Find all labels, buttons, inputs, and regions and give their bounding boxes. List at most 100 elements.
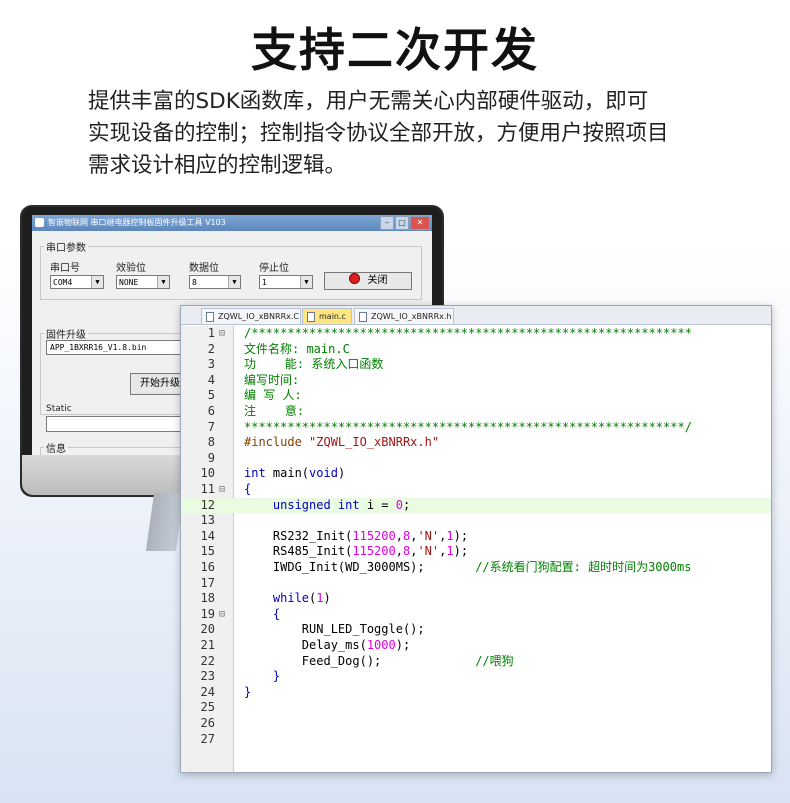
- code-line[interactable]: 21 Delay_ms(1000);: [181, 638, 771, 654]
- tab-main-c[interactable]: main.c: [302, 308, 352, 324]
- code-token: }: [244, 684, 252, 699]
- code-line[interactable]: 19 ⊟ {: [181, 607, 771, 623]
- code-token: i =: [359, 497, 396, 512]
- chevron-down-icon: ▼: [228, 276, 240, 288]
- line-number: 18: [200, 591, 215, 606]
- code-token: 注 意:: [244, 404, 305, 418]
- stopbits-label: 停止位: [259, 263, 289, 274]
- stopbits-select[interactable]: 1 ▼: [259, 275, 313, 289]
- code-line[interactable]: 5 编 写 人:: [181, 388, 771, 404]
- code-line[interactable]: 11 ⊟ {: [181, 482, 771, 498]
- chevron-down-icon: ▼: [300, 276, 312, 288]
- code-line[interactable]: 7 ***************************************…: [181, 420, 771, 436]
- code-token: }: [272, 669, 281, 684]
- code-line[interactable]: 27: [181, 732, 771, 748]
- parity-value: NONE: [119, 278, 139, 287]
- code-token: IWDG_Init(WD_3000MS);: [244, 560, 476, 574]
- fold-toggle-icon[interactable]: ⊟: [217, 482, 227, 498]
- line-number: 7: [207, 419, 215, 434]
- code-line[interactable]: 18 while(1): [181, 591, 771, 607]
- code-token: RS232_Init(: [244, 528, 353, 543]
- code-line[interactable]: 20 RUN_LED_Toggle();: [181, 622, 771, 638]
- line-number: 27: [200, 731, 215, 746]
- code-line[interactable]: 25: [181, 700, 771, 716]
- code-token: );: [395, 638, 411, 652]
- code-text: unsigned int i = 0;: [244, 498, 410, 514]
- code-text: {: [244, 607, 280, 623]
- code-text: }: [244, 669, 280, 685]
- code-text: int main(void): [244, 466, 345, 482]
- file-icon: [307, 312, 315, 322]
- line-number: 19: [200, 606, 215, 621]
- code-line[interactable]: 10 int main(void): [181, 466, 771, 482]
- port-label: 串口号: [50, 263, 80, 274]
- code-line[interactable]: 14 RS232_Init(115200,8,'N',1);: [181, 529, 771, 545]
- tab-label: main.c: [319, 312, 346, 321]
- code-token: ): [323, 591, 331, 606]
- code-line[interactable]: 1 ⊟ /*************************************…: [181, 326, 771, 342]
- code-token: int: [244, 466, 266, 481]
- code-line[interactable]: 17: [181, 576, 771, 592]
- code-token: 1: [446, 544, 454, 559]
- tab-zqwl-h[interactable]: ZQWL_IO_xBNRRx.h: [354, 308, 454, 324]
- line-number: 6: [207, 404, 215, 418]
- line-number: 10: [200, 466, 215, 481]
- code-line[interactable]: 13: [181, 513, 771, 529]
- code-line[interactable]: 6 注 意:: [181, 404, 771, 420]
- line-number: 1: [207, 326, 215, 340]
- fold-toggle-icon[interactable]: ⊟: [217, 607, 227, 623]
- code-token: Feed_Dog();: [244, 653, 476, 668]
- code-line[interactable]: 22 Feed_Dog(); //喂狗: [181, 654, 771, 670]
- code-token: ****************************************…: [244, 419, 692, 434]
- line-number: 21: [200, 638, 215, 652]
- description-line: 实现设备的控制；控制指令协议全部开放，方便用户按照项目: [88, 121, 669, 146]
- code-token: 文件名称: main.C: [244, 341, 350, 356]
- code-text: 编 写 人:: [244, 388, 302, 404]
- page-headline: 支持二次开发: [251, 23, 539, 77]
- close-window-button[interactable]: ✕: [410, 216, 430, 230]
- close-port-button[interactable]: 关闭: [324, 272, 412, 290]
- code-token: 编写时间:: [244, 372, 300, 387]
- code-line[interactable]: 26: [181, 716, 771, 732]
- code-token: main(: [265, 466, 310, 481]
- line-number: 5: [207, 388, 215, 403]
- port-select[interactable]: COM4 ▼: [50, 275, 104, 289]
- code-line[interactable]: 9: [181, 451, 771, 467]
- app-titlebar: 智嵌物联网 串口继电器控制板固件升级工具 V103 – □ ✕: [32, 215, 432, 231]
- line-number: 24: [200, 684, 215, 699]
- tab-zqwl-c[interactable]: ZQWL_IO_xBNRRx.C: [201, 308, 301, 324]
- code-line[interactable]: 24}: [181, 685, 771, 701]
- code-line[interactable]: 23 }: [181, 669, 771, 685]
- serial-params-label: 串口参数: [44, 239, 88, 254]
- code-token: 1000: [366, 638, 396, 652]
- code-line[interactable]: 12 unsigned int i = 0;: [181, 497, 771, 514]
- code-token: 'N': [417, 544, 440, 559]
- code-line[interactable]: 8 #include "ZQWL_IO_xBNRRx.h": [181, 435, 771, 451]
- fold-toggle-icon[interactable]: ⊟: [217, 326, 227, 342]
- code-line[interactable]: 4 编写时间:: [181, 373, 771, 389]
- code-text: RS232_Init(115200,8,'N',1);: [244, 529, 468, 545]
- minimize-button[interactable]: –: [380, 216, 394, 230]
- code-text: IWDG_Init(WD_3000MS); //系统看门狗配置: 超时时间为30…: [244, 560, 692, 576]
- databits-select[interactable]: 8 ▼: [189, 275, 241, 289]
- code-token: Delay_ms(: [244, 638, 367, 652]
- code-text: ****************************************…: [244, 420, 692, 436]
- code-line[interactable]: 2 文件名称: main.C: [181, 342, 771, 358]
- parity-select[interactable]: NONE ▼: [116, 275, 170, 289]
- code-token: ,: [395, 544, 403, 559]
- description-line: 需求设计相应的控制逻辑。: [88, 153, 347, 178]
- port-value: COM4: [53, 278, 73, 287]
- maximize-button[interactable]: □: [395, 216, 409, 230]
- code-line[interactable]: 15 RS485_Init(115200,8,'N',1);: [181, 544, 771, 560]
- code-text: Delay_ms(1000);: [244, 638, 410, 654]
- code-token: 0: [395, 497, 403, 512]
- code-line[interactable]: 3 功 能: 系统入口函数: [181, 357, 771, 373]
- close-port-label: 关闭: [367, 275, 388, 286]
- code-text: /***************************************…: [244, 326, 692, 342]
- monitor-stand: [145, 493, 185, 551]
- line-number: 22: [200, 653, 215, 668]
- code-line[interactable]: 16 IWDG_Init(WD_3000MS); //系统看门狗配置: 超时时间…: [181, 560, 771, 576]
- code-token: //系统看门狗配置: 超时时间为3000ms: [475, 560, 692, 574]
- info-group-label: 信息: [44, 440, 68, 455]
